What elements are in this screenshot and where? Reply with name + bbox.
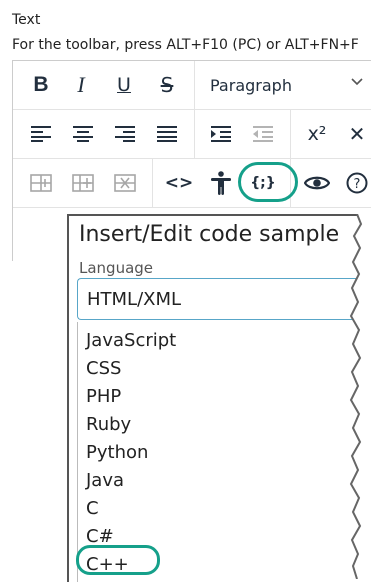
underline-button[interactable]: U xyxy=(106,68,142,102)
torn-edge xyxy=(349,214,371,579)
language-option[interactable]: C xyxy=(86,498,99,519)
toolbar-separator xyxy=(152,159,153,207)
toolbar-hint: For the toolbar, press ALT+F10 (PC) or A… xyxy=(12,37,359,53)
outdent-button[interactable] xyxy=(245,117,281,151)
language-selected-value: HTML/XML xyxy=(87,288,182,310)
strikethrough-icon: S xyxy=(160,73,174,97)
toolbar-row-1: B I U S Paragraph xyxy=(13,61,371,110)
align-left-icon xyxy=(31,126,51,142)
language-option[interactable]: Python xyxy=(86,442,148,463)
block-format-value: Paragraph xyxy=(210,75,292,95)
superscript-button[interactable]: x² xyxy=(299,117,335,151)
align-right-button[interactable] xyxy=(107,117,143,151)
table-row-insert-button[interactable] xyxy=(23,166,59,200)
language-option[interactable]: JavaScript xyxy=(86,330,176,351)
underline-icon: U xyxy=(117,74,131,96)
field-label: Text xyxy=(12,12,41,28)
language-option[interactable]: Java xyxy=(86,470,124,491)
align-center-button[interactable] xyxy=(65,117,101,151)
cpp-option-highlight xyxy=(76,545,160,575)
accessibility-icon xyxy=(211,171,231,195)
bold-button[interactable]: B xyxy=(23,68,59,102)
table-delete-icon xyxy=(114,174,136,192)
toolbar-row-2: x² ✕ xyxy=(13,110,371,159)
help-icon: ? xyxy=(346,172,368,194)
strikethrough-button[interactable]: S xyxy=(149,68,185,102)
clear-format-button[interactable]: ✕ xyxy=(339,117,371,151)
help-button[interactable]: ? xyxy=(339,166,371,200)
justify-icon xyxy=(157,126,177,142)
align-center-icon xyxy=(73,126,93,142)
language-options-list: JavaScript CSS PHP Ruby Python Java C C#… xyxy=(77,322,371,582)
language-label: Language xyxy=(79,259,154,277)
preview-button[interactable] xyxy=(299,166,335,200)
language-option[interactable]: CSS xyxy=(86,358,121,379)
bold-icon: B xyxy=(33,73,49,96)
clear-format-icon: ✕ xyxy=(348,122,366,146)
dialog-title: Insert/Edit code sample xyxy=(79,222,340,247)
language-option[interactable]: PHP xyxy=(86,386,121,407)
table-column-icon xyxy=(72,174,94,192)
language-option[interactable]: C# xyxy=(86,526,114,547)
chevron-down-icon xyxy=(350,75,364,93)
code-sample-highlight xyxy=(238,162,298,202)
justify-button[interactable] xyxy=(149,117,185,151)
toolbar-separator xyxy=(290,110,291,158)
toolbar-separator xyxy=(194,61,195,109)
language-select[interactable]: HTML/XML xyxy=(77,278,371,320)
table-insert-icon xyxy=(30,174,52,192)
toolbar-row-3: <> {;} ? xyxy=(13,159,371,208)
source-code-icon: <> xyxy=(164,173,194,193)
svg-text:?: ? xyxy=(354,177,361,192)
align-left-button[interactable] xyxy=(23,117,59,151)
indent-button[interactable] xyxy=(203,117,239,151)
preview-icon xyxy=(304,176,330,190)
italic-icon: I xyxy=(77,72,85,97)
outdent-icon xyxy=(253,126,273,142)
code-sample-dialog: Insert/Edit code sample Language HTML/XM… xyxy=(67,214,371,582)
accessibility-button[interactable] xyxy=(203,166,239,200)
table-column-button[interactable] xyxy=(65,166,101,200)
block-format-select[interactable]: Paragraph xyxy=(196,68,371,102)
source-code-button[interactable]: <> xyxy=(161,166,197,200)
language-option[interactable]: Ruby xyxy=(86,414,131,435)
table-delete-button[interactable] xyxy=(107,166,143,200)
indent-icon xyxy=(211,126,231,142)
align-right-icon xyxy=(115,126,135,142)
toolbar-separator xyxy=(194,110,195,158)
italic-button[interactable]: I xyxy=(63,68,99,102)
superscript-icon: x² xyxy=(307,123,327,145)
